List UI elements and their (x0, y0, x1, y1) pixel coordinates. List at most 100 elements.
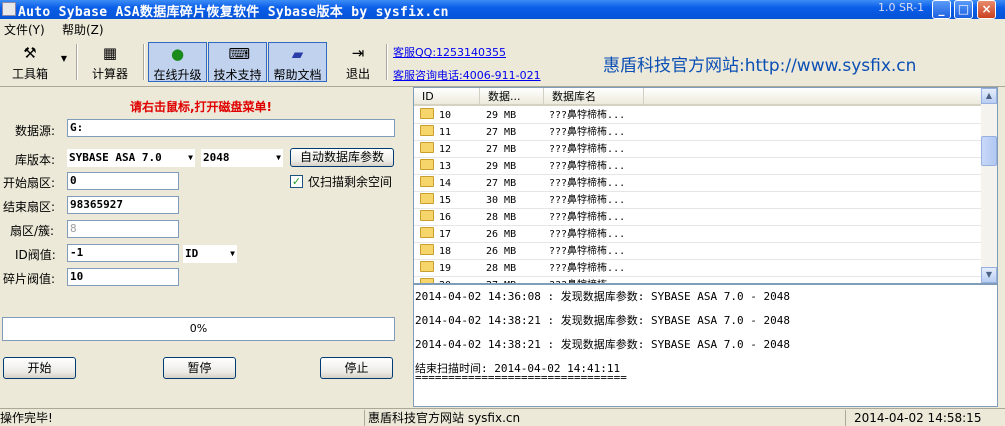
close-button[interactable]: × (977, 0, 996, 19)
row-size: 29 MB (486, 161, 517, 172)
pagesize-select-value: 2048 (203, 151, 230, 164)
column-header-name[interactable]: 数据库名 (544, 88, 644, 106)
table-row[interactable]: 14 27 MB ???鼻牸楴柨... (414, 175, 984, 192)
phone-support-link[interactable]: 客服咨询电话:4006-911-021 (393, 67, 541, 83)
log-line: 2014-04-02 14:38:21 : 发现数据库参数: SYBASE AS… (415, 314, 791, 327)
scroll-up-button[interactable]: ▲ (981, 88, 997, 104)
row-size: 29 MB (486, 110, 517, 121)
log-line: 2014-04-02 14:38:21 : 发现数据库参数: SYBASE AS… (415, 338, 791, 351)
chevron-up-icon: ▲ (985, 91, 993, 100)
site-banner[interactable]: 惠盾科技官方网站:http://www.sysfix.cn (603, 51, 916, 76)
table-row[interactable]: 15 30 MB ???鼻牸楴柨... (414, 192, 984, 209)
folder-icon (420, 142, 434, 153)
folder-icon (420, 193, 434, 204)
sector-cluster-input: 8 (67, 220, 179, 238)
row-id: 19 (439, 263, 452, 274)
scroll-down-button[interactable]: ▼ (981, 267, 997, 283)
table-row[interactable]: 13 29 MB ???鼻牸楴柨... (414, 158, 984, 175)
row-name: ???鼻牸楴柨... (549, 212, 626, 223)
stop-button[interactable]: 停止 (320, 357, 393, 379)
column-header-filler (644, 88, 984, 106)
id-threshold-label: ID阀值: (15, 248, 56, 262)
log-output[interactable]: 2014-04-02 14:36:08 : 发现数据库参数: SYBASE AS… (413, 284, 998, 407)
row-name: ???鼻牸楴柨... (549, 161, 626, 172)
book-icon: ▰ (291, 45, 304, 63)
id-threshold-input[interactable]: -1 (67, 244, 179, 262)
id-mode-select-value: ID (185, 247, 199, 260)
table-row[interactable]: 19 28 MB ???鼻牸楴柨... (414, 260, 984, 277)
tech-support-label: 技术支持 (213, 68, 262, 82)
column-header-id[interactable]: ID (414, 88, 480, 106)
menu-help[interactable]: 帮助(Z) (62, 21, 104, 38)
start-sector-input[interactable]: 0 (67, 172, 179, 190)
row-id: 17 (439, 229, 452, 240)
row-size: 27 MB (486, 178, 517, 189)
start-button[interactable]: 开始 (3, 357, 76, 379)
minimize-icon: _ (938, 2, 945, 16)
row-id: 15 (439, 195, 452, 206)
datasource-label: 数据源: (15, 124, 56, 138)
chevron-down-icon[interactable]: ▼ (188, 149, 193, 167)
help-doc-label: 帮助文档 (273, 68, 322, 82)
chevron-down-icon[interactable]: ▼ (230, 245, 235, 263)
status-bar: 操作完毕! 惠盾科技官方网站 sysfix.cn 2014-04-02 14:5… (0, 408, 1005, 426)
row-id-cell: 14 (420, 175, 451, 192)
app-icon[interactable] (2, 2, 16, 16)
toolbar-separator (386, 44, 388, 80)
version-label: 库版本: (15, 153, 56, 167)
table-row[interactable]: 18 26 MB ???鼻牸楴柨... (414, 243, 984, 260)
calculator-button[interactable]: ▦ 计算器 (84, 42, 136, 82)
row-id-cell: 16 (420, 209, 451, 226)
pause-button[interactable]: 暂停 (163, 357, 236, 379)
help-doc-button[interactable]: ▰ 帮助文档 (268, 42, 327, 82)
status-message: 操作完毕! (0, 410, 365, 426)
column-header-size[interactable]: 数据... (480, 88, 544, 106)
folder-icon (420, 176, 434, 187)
chevron-down-icon: ▼ (985, 270, 993, 279)
list-scrollbar[interactable]: ▲ ▼ (981, 88, 997, 283)
pagesize-select[interactable]: 2048 ▼ (201, 149, 283, 167)
chevron-down-icon[interactable]: ▼ (276, 149, 281, 167)
id-mode-select[interactable]: ID ▼ (183, 245, 237, 263)
table-row[interactable]: 12 27 MB ???鼻牸楴柨... (414, 141, 984, 158)
row-id-cell: 10 (420, 107, 451, 124)
row-name: ???鼻牸楴柨... (549, 144, 626, 155)
table-row[interactable]: 11 27 MB ???鼻牸楴柨... (414, 124, 984, 141)
tech-support-button[interactable]: ⌨ 技术支持 (208, 42, 267, 82)
scan-free-checkbox[interactable]: ✓ (290, 175, 303, 188)
database-list[interactable]: ID 数据... 数据库名 10 29 MB ???鼻牸楴柨... 11 27 MB??… (413, 87, 998, 284)
scroll-thumb[interactable] (981, 136, 997, 166)
menu-file[interactable]: 文件(Y) (4, 21, 45, 38)
auto-params-button[interactable]: 自动数据库参数 (290, 148, 394, 167)
end-sector-input[interactable]: 98365927 (67, 196, 179, 214)
row-id-cell: 17 (420, 226, 451, 243)
hammer-icon: ⚒ (23, 44, 37, 62)
table-row[interactable]: 10 29 MB ???鼻牸楴柨... (414, 107, 984, 124)
qq-support-link[interactable]: 客服QQ:1253140355 (393, 44, 506, 60)
row-id-cell: 20 (420, 277, 451, 283)
maximize-button[interactable]: □ (954, 0, 973, 19)
row-id: 14 (439, 178, 452, 189)
version-select[interactable]: SYBASE ASA 7.0 ▼ (67, 149, 195, 167)
fragment-threshold-input[interactable]: 10 (67, 268, 179, 286)
row-name: ???鼻牸楴柨... (549, 263, 626, 274)
online-upgrade-button[interactable]: ● 在线升级 (148, 42, 207, 82)
table-row[interactable]: 17 26 MB ???鼻牸楴柨... (414, 226, 984, 243)
datasource-input[interactable]: G: (67, 119, 395, 137)
row-id: 18 (439, 246, 452, 257)
title-bar[interactable]: Auto Sybase ASA数据库碎片恢复软件 Sybase版本 by sys… (0, 0, 1005, 20)
minimize-button[interactable]: _ (932, 0, 951, 19)
row-size: 27 MB (486, 277, 516, 283)
table-row[interactable]: 16 28 MB ???鼻牸楴柨... (414, 209, 984, 226)
toolbox-dropdown-button[interactable]: ▼ (57, 42, 71, 82)
log-line: 2014-04-02 14:36:08 : 发现数据库参数: SYBASE AS… (415, 290, 791, 303)
row-name: ???鼻牸楴柨... (549, 178, 626, 189)
row-id: 10 (439, 110, 452, 121)
exit-button[interactable]: ⇥ 退出 (336, 42, 380, 82)
table-row[interactable]: 20 27 MB ???鼻牸楴柨... (414, 277, 984, 283)
row-name: ???鼻牸楴柨... (549, 110, 626, 121)
row-id: 16 (439, 212, 452, 223)
toolbox-button[interactable]: ⚒ 工具箱 (3, 42, 57, 82)
menu-bar: 文件(Y) 帮助(Z) (0, 19, 1005, 38)
toolbox-label: 工具箱 (11, 67, 48, 81)
